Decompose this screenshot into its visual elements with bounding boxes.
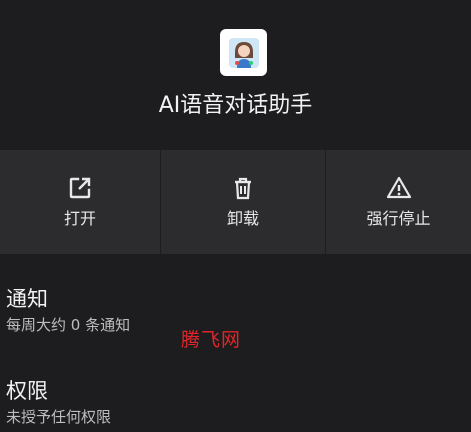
permissions-title: 权限: [6, 379, 48, 403]
app-name: AI语音对话助手: [158, 93, 313, 118]
open-label: 打开: [63, 209, 96, 228]
open-button[interactable]: 打开: [0, 150, 160, 254]
notifications-summary: 每周大约 0 条通知: [6, 316, 131, 334]
notifications-item[interactable]: 通知 每周大约 0 条通知: [6, 284, 130, 336]
watermark-text: 腾飞网: [181, 329, 242, 351]
permissions-item[interactable]: 权限 未授予任何权限: [6, 376, 111, 428]
force-stop-label: 强行停止: [366, 209, 431, 228]
uninstall-label: 卸载: [226, 209, 259, 228]
force-stop-button[interactable]: 强行停止: [326, 150, 471, 254]
trash-icon: [235, 177, 251, 200]
notifications-title: 通知: [6, 287, 48, 311]
uninstall-button[interactable]: 卸载: [161, 150, 325, 254]
assistant-avatar-icon: [220, 29, 267, 76]
warning-icon: [386, 176, 411, 199]
app-header: AI语音对话助手: [0, 0, 471, 150]
action-bar: 打开 卸载 强行停止: [0, 150, 471, 254]
permissions-summary: 未授予任何权限: [6, 408, 112, 426]
open-external-icon: [69, 177, 91, 199]
